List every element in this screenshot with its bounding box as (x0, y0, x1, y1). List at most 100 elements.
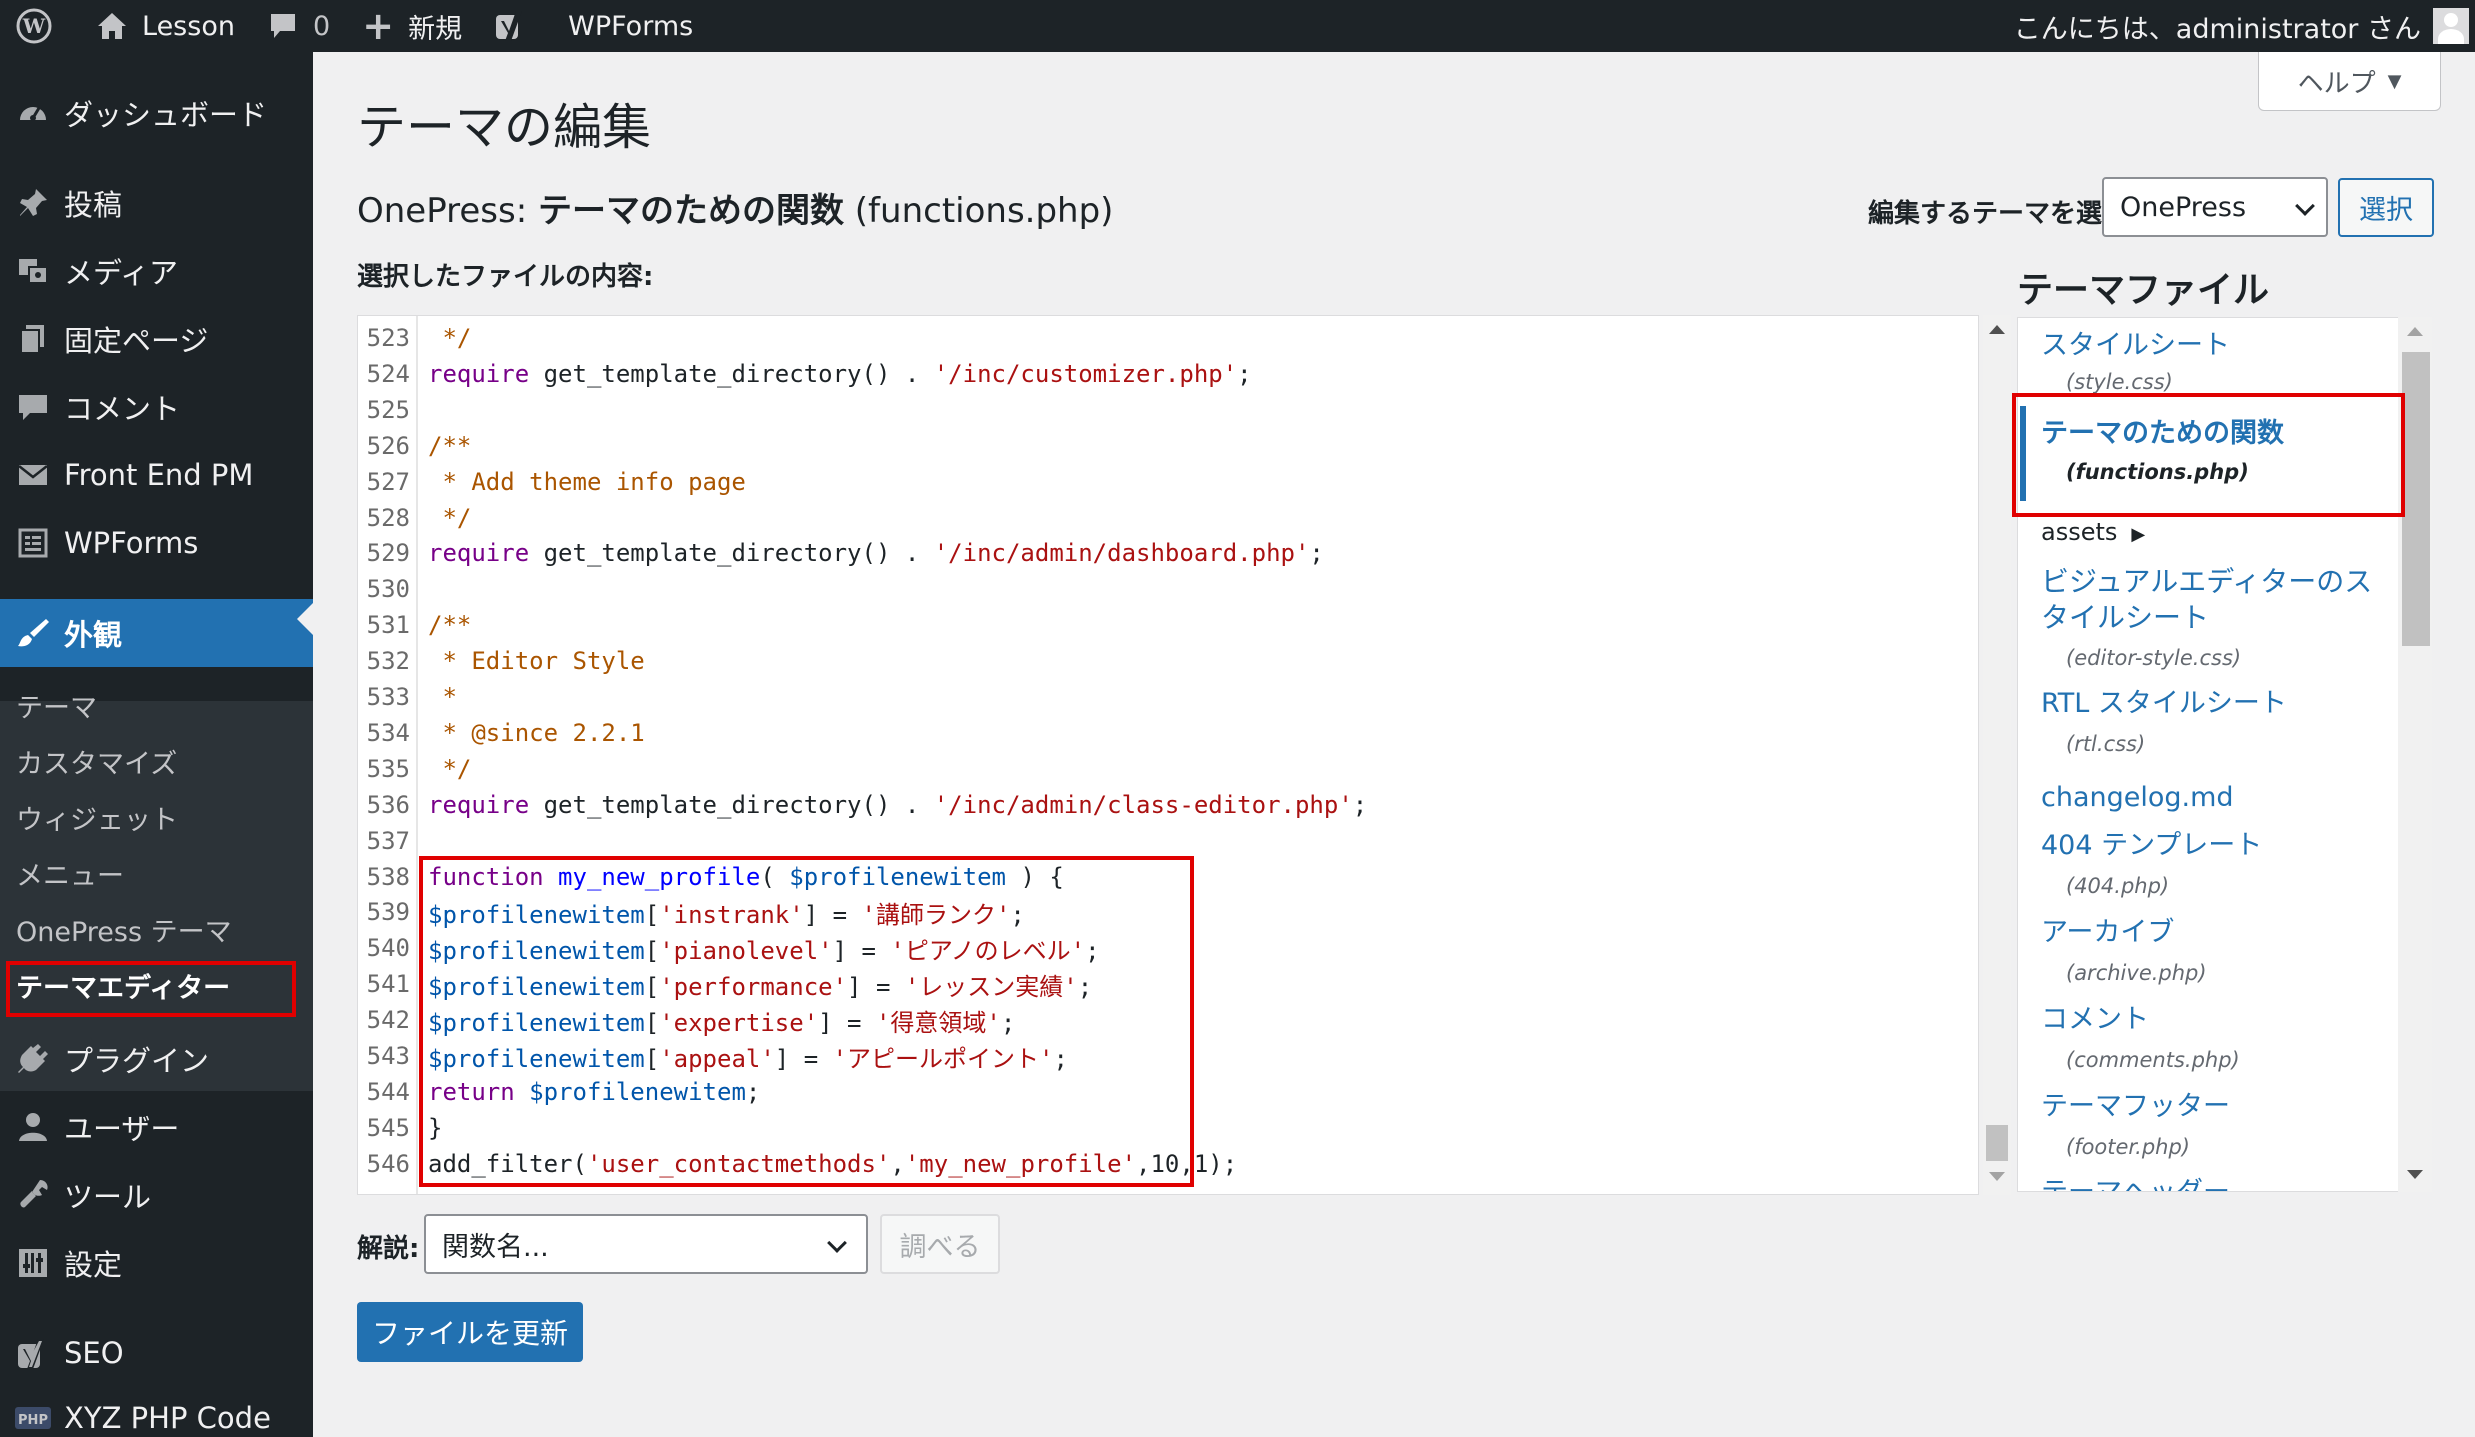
theme-file-link[interactable]: changelog.md (2041, 780, 2234, 816)
sidebar-item-comment[interactable]: コメント (0, 384, 313, 430)
chevron-down-icon (827, 1233, 847, 1253)
sidebar-item-yoast[interactable]: SEO (0, 1330, 313, 1376)
sidebar-item-wrench[interactable]: ツール (0, 1172, 313, 1218)
submenu-item[interactable]: ウィジェット (16, 798, 178, 837)
code-line[interactable]: 544 return $profilenewitem; (358, 1074, 761, 1110)
code-line[interactable]: 523 */ (358, 320, 472, 356)
sidebar-item-forms[interactable]: WPForms (0, 520, 313, 566)
theme-file-link[interactable]: ビジュアルエディターのスタイルシート (2041, 564, 2393, 636)
code-line[interactable]: 528 */ (358, 500, 472, 536)
submenu-item[interactable]: カスタマイズ (16, 742, 177, 781)
code-token: ] = (847, 972, 905, 1001)
code-text: require get_template_directory() . '/inc… (414, 791, 1367, 819)
theme-folder-link[interactable]: assets ▶ (2041, 514, 2145, 553)
sidebar-item-plugin[interactable]: プラグイン (0, 1036, 313, 1082)
theme-file-link[interactable]: スタイルシート (2041, 328, 2230, 364)
code-text: * @since 2.2.1 (414, 719, 644, 747)
code-line[interactable]: 535 */ (358, 751, 472, 787)
code-token: $profilenewitem (428, 1044, 645, 1073)
code-line[interactable]: 546 add_filter('user_contactmethods','my_… (358, 1146, 1238, 1182)
theme-file-link[interactable]: アーカイブ (2041, 915, 2174, 951)
update-file-button[interactable]: ファイルを更新 (357, 1302, 583, 1362)
sidebar-item-settings[interactable]: 設定 (0, 1240, 313, 1286)
lookup-button[interactable]: 調べる (880, 1214, 1000, 1274)
theme-file-link[interactable]: テーマのための関数 (2041, 416, 2284, 452)
code-line[interactable]: 532 * Editor Style (358, 643, 645, 679)
plugin-icon (12, 1038, 54, 1080)
help-label: ヘルプ (2297, 68, 2376, 99)
code-line[interactable]: 524 require get_template_directory() . '/… (358, 356, 1252, 392)
code-line[interactable]: 534 * @since 2.2.1 (358, 715, 645, 751)
comments-menu[interactable]: 0 (249, 0, 344, 52)
sidebar-item-mail[interactable]: Front End PM (0, 452, 313, 498)
code-line[interactable]: 536 require get_template_directory() . '/… (358, 787, 1368, 823)
theme-file-link[interactable]: RTL スタイルシート (2041, 686, 2287, 722)
line-number: 528 (366, 503, 410, 532)
yoast-menu[interactable] (476, 0, 554, 52)
code-line[interactable]: 533 * (358, 679, 457, 715)
files-scroll-thumb[interactable] (2402, 352, 2430, 646)
function-name-select[interactable]: 関数名... (424, 1214, 868, 1274)
code-token: 'ピアノのレベル' (890, 936, 1086, 965)
sidebar-item-media[interactable]: メディア (0, 248, 313, 294)
files-scroll-down-icon[interactable] (2407, 1170, 2423, 1179)
theme-file-link[interactable]: テーマヘッダー (2041, 1175, 2230, 1191)
scroll-up-arrow-icon[interactable] (1989, 325, 2005, 334)
theme-file-link[interactable]: テーマフッター (2041, 1089, 2230, 1125)
code-line[interactable]: 543 $profilenewitem['appeal'] = 'アピールポイント… (358, 1038, 1068, 1074)
scroll-down-arrow-icon[interactable] (1989, 1172, 2005, 1181)
code-line[interactable]: 545} (358, 1110, 443, 1146)
theme-file-link[interactable]: コメント (2041, 1002, 2149, 1038)
select-theme-button[interactable]: 選択 (2338, 178, 2434, 237)
function-name-placeholder: 関数名... (442, 1231, 549, 1263)
theme-file-link[interactable]: 404 テンプレート (2041, 828, 2262, 864)
brush-icon (12, 612, 54, 654)
sidebar-item-user[interactable]: ユーザー (0, 1104, 313, 1150)
submenu-item[interactable]: メニュー (16, 854, 124, 893)
code-token: '/inc/admin/dashboard.php' (933, 539, 1310, 568)
code-line[interactable]: 540 $profilenewitem['pianolevel'] = 'ピアノの… (358, 930, 1100, 966)
code-editor[interactable]: 523 */524 require get_template_directory(… (357, 315, 1979, 1195)
code-line[interactable]: 537 (358, 823, 428, 859)
code-text: $profilenewitem['instrank'] = '講師ランク'; (414, 895, 1025, 930)
sidebar-item-brush[interactable]: 外観 (0, 599, 313, 667)
editor-scrollbar[interactable] (1983, 315, 2011, 1195)
code-line[interactable]: 542 $profilenewitem['expertise'] = '得意領域'… (358, 1002, 1016, 1038)
sidebar-item-dashboard[interactable]: ダッシュボード (0, 90, 313, 136)
code-line[interactable]: 529 require get_template_directory() . '/… (358, 535, 1324, 571)
submenu-item[interactable]: テーマ (16, 686, 97, 725)
files-scroll-up-icon[interactable] (2407, 327, 2423, 336)
code-token: */ (428, 324, 472, 352)
code-line[interactable]: 525 (358, 392, 428, 428)
help-tab-button[interactable]: ヘルプ ▼ (2258, 52, 2441, 111)
submenu-item[interactable]: OnePress テーマ (16, 910, 232, 949)
my-account-menu[interactable]: こんにちは、administrator さん (2014, 7, 2475, 46)
files-scrollbar[interactable] (2398, 317, 2432, 1192)
code-line[interactable]: 538 function my_new_profile( $profilenewi… (358, 859, 1064, 895)
editor-scroll-thumb[interactable] (1986, 1125, 2008, 1161)
new-content-menu[interactable]: + 新規 (344, 0, 476, 52)
site-name-menu[interactable]: Lesson (78, 0, 249, 52)
code-line[interactable]: 541 $profilenewitem['performance'] = 'レッス… (358, 966, 1093, 1002)
code-line[interactable]: 530 (358, 571, 428, 607)
code-text: * (414, 683, 456, 711)
code-line[interactable]: 527 * Add theme info page (358, 464, 746, 500)
theme-file-filename: (style.css) (2066, 370, 2173, 394)
wpforms-menu[interactable]: WPForms (554, 0, 707, 52)
code-line[interactable]: 531 /** (358, 607, 472, 643)
theme-file-filename: (functions.php) (2066, 460, 2249, 484)
theme-select[interactable]: OnePress (2102, 177, 2328, 237)
code-token: ] = (803, 900, 862, 929)
code-token: /** (428, 611, 472, 640)
code-line[interactable]: 539 $profilenewitem['instrank'] = '講師ランク'… (358, 894, 1025, 930)
theme-file-name: テーマフッター (2041, 1091, 2230, 1122)
code-line[interactable]: 526 /** (358, 428, 472, 464)
sidebar-item-page[interactable]: 固定ページ (0, 316, 313, 362)
line-number: 536 (366, 790, 410, 819)
wp-logo-menu[interactable]: W (0, 0, 78, 52)
sidebar-item-pin[interactable]: 投稿 (0, 180, 313, 226)
theme-file-filename: (404.php) (2066, 874, 2170, 898)
submenu-item[interactable]: テーマエディター (16, 966, 230, 1005)
sidebar-item-php[interactable]: PHP XYZ PHP Code (0, 1395, 313, 1437)
theme-file-filename: (editor-style.css) (2066, 646, 2242, 670)
